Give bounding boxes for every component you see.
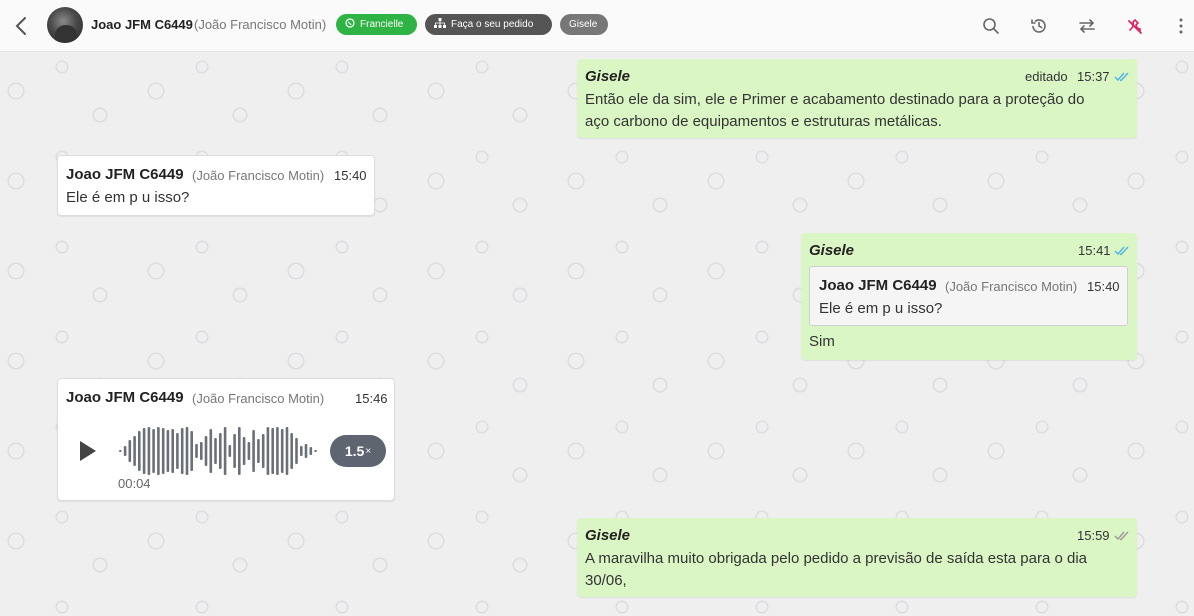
waveform-bar [257, 439, 260, 463]
waveform-bar [138, 431, 141, 471]
message-time: 15:46 [355, 391, 388, 406]
tag-gisele[interactable]: Gisele [560, 14, 608, 35]
waveform-bar [180, 428, 184, 474]
message-text-line: Então ele da sim, ele e Primer e acabame… [585, 91, 1085, 108]
whatsapp-icon [345, 18, 355, 31]
sitemap-icon [434, 18, 446, 31]
read-ticks-icon [1114, 246, 1129, 256]
waveform-bar [200, 442, 203, 460]
chat-header: Joao JFM C6449 (João Francisco Motin) Fr… [0, 0, 1194, 52]
waveform-bar [123, 446, 127, 456]
message-time: 15:40 [334, 168, 367, 183]
waveform-bar [171, 429, 174, 473]
contact-subtitle: (João Francisco Motin) [194, 17, 327, 32]
waveform-bar [142, 428, 146, 474]
waveform-bar [161, 428, 165, 474]
waveform-bar [204, 436, 208, 466]
audio-duration: 00:04 [118, 476, 151, 491]
quoted-message[interactable]: Joao JFM C6449 (João Francisco Motin) 15… [809, 266, 1128, 326]
message-incoming-audio[interactable]: Joao JFM C6449 (João Francisco Motin) 15… [57, 378, 395, 501]
waveform-bar [228, 445, 232, 457]
waveform-bar [119, 450, 122, 452]
message-text-line: A maravilha muito obrigada pelo pedido a… [585, 550, 1087, 567]
tag-label: Faça o seu pedido [451, 19, 534, 30]
quoted-sender-subtitle: (João Francisco Motin) [945, 279, 1078, 294]
message-sender-subtitle: (João Francisco Motin) [192, 391, 325, 406]
playback-speed-value: 1.5 [344, 443, 365, 459]
playback-speed-suffix: × [365, 445, 372, 457]
playback-speed-button[interactable]: 1.5 × [330, 435, 386, 467]
waveform-bar [223, 427, 227, 475]
waveform-bar [309, 447, 313, 455]
message-sender: Gisele [585, 68, 631, 85]
message-text: Ele é em p u isso? [66, 189, 190, 206]
history-icon[interactable] [1027, 14, 1051, 38]
waveform-bar [219, 433, 222, 469]
message-time: 15:37 [1077, 69, 1110, 84]
quoted-sender: Joao JFM C6449 [819, 277, 937, 294]
waveform-bar [290, 433, 293, 469]
waveform-bar [285, 427, 289, 475]
close-chat-icon[interactable] [1123, 14, 1147, 38]
waveform-bar [280, 429, 284, 473]
delivered-ticks-icon [1114, 531, 1129, 541]
contact-name[interactable]: Joao JFM C6449 [91, 17, 193, 32]
message-text: Sim [809, 333, 835, 350]
quoted-time: 15:40 [1087, 279, 1120, 294]
tag-label: Francielle [360, 19, 404, 30]
message-outgoing[interactable]: Gisele editado 15:37 Então ele da sim, e… [577, 59, 1137, 138]
message-outgoing-reply[interactable]: Gisele 15:41 Joao JFM C6449 (João Franci… [801, 233, 1137, 360]
edited-label: editado [1025, 69, 1068, 84]
waveform-bar [152, 429, 155, 473]
tag-francielle[interactable]: Francielle [336, 14, 417, 35]
waveform-bar [276, 427, 279, 475]
avatar[interactable] [47, 7, 83, 43]
waveform-bar [209, 429, 213, 473]
message-text-line: 30/06, [585, 572, 627, 589]
quoted-text: Ele é em p u isso? [819, 300, 943, 317]
waveform-bar [166, 430, 170, 472]
waveform-bar [266, 427, 270, 475]
waveform-bar [133, 436, 136, 466]
waveform-bar [214, 438, 217, 464]
message-text-line: aço carbono de equipamentos e estruturas… [585, 113, 942, 130]
message-time: 15:59 [1077, 528, 1110, 543]
waveform-bar [190, 431, 193, 471]
waveform-bar [304, 444, 308, 458]
waveform-bar [247, 442, 251, 460]
waveform-bar [147, 427, 151, 475]
read-ticks-icon [1114, 72, 1129, 82]
transfer-icon[interactable] [1075, 14, 1099, 38]
message-time: 15:41 [1078, 243, 1111, 258]
tag-faca-pedido[interactable]: Faça o seu pedido [425, 14, 552, 35]
waveform-bar [252, 430, 255, 472]
waveform-bar [242, 437, 246, 465]
waveform-bar [233, 434, 236, 468]
waveform-bar [176, 433, 179, 469]
more-options-icon[interactable] [1171, 14, 1191, 38]
message-outgoing[interactable]: Gisele 15:59 A maravilha muito obrigada … [577, 518, 1137, 597]
waveform-bar [261, 434, 265, 468]
tag-label: Gisele [569, 19, 598, 30]
waveform-bar [295, 438, 298, 464]
message-sender: Gisele [809, 242, 855, 259]
message-sender: Joao JFM C6449 [66, 389, 184, 406]
back-icon[interactable] [10, 14, 32, 38]
waveform-bar [271, 428, 274, 474]
message-sender-subtitle: (João Francisco Motin) [192, 168, 325, 183]
waveform-bar [314, 450, 317, 452]
message-incoming[interactable]: Joao JFM C6449 (João Francisco Motin) 15… [57, 155, 375, 216]
audio-waveform[interactable] [118, 423, 318, 479]
chat-area[interactable]: Gisele editado 15:37 Então ele da sim, e… [0, 53, 1194, 616]
waveform-bar [300, 446, 303, 456]
waveform-bar [195, 444, 198, 458]
waveform-bar [128, 440, 132, 462]
message-sender: Joao JFM C6449 [66, 166, 184, 183]
play-icon[interactable] [78, 439, 98, 463]
search-icon[interactable] [979, 14, 1003, 38]
message-sender: Gisele [585, 527, 631, 544]
waveform-bar [238, 427, 241, 475]
waveform-bar [157, 427, 160, 475]
waveform-bar [185, 427, 189, 475]
